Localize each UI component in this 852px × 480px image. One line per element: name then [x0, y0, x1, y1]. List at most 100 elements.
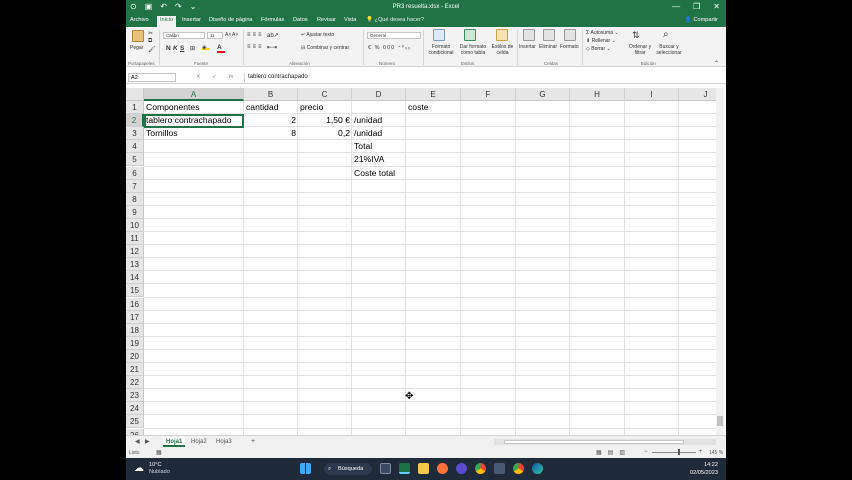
clock-time[interactable]: 14:22 — [686, 462, 718, 468]
cell-d2[interactable]: /unidad — [352, 114, 384, 127]
windows-start-icon[interactable] — [300, 463, 311, 474]
column-header-f[interactable]: F — [461, 88, 516, 101]
number-format-combo[interactable]: General — [367, 32, 421, 39]
delete-cells-label[interactable]: Eliminar — [539, 44, 557, 50]
format-table-icon[interactable] — [464, 29, 476, 41]
select-all-corner[interactable] — [126, 88, 144, 101]
sort-filter-label[interactable]: Ordenar y filtrar — [626, 44, 654, 56]
font-size-combo[interactable]: 11 — [207, 32, 223, 39]
name-box[interactable]: A2 — [128, 73, 176, 82]
macro-record-icon[interactable]: ▦ — [156, 449, 162, 456]
clear-button[interactable]: ◇ Borrar ⌄ — [586, 46, 611, 52]
find-select-icon[interactable]: ⌕ — [663, 29, 669, 40]
column-header-g[interactable]: G — [516, 88, 570, 101]
chrome-icon[interactable] — [475, 463, 486, 474]
row-header-24[interactable]: 24 — [126, 402, 144, 416]
sort-filter-icon[interactable]: ⇅ — [632, 30, 640, 41]
conditional-format-label[interactable]: Formato condicional — [426, 44, 456, 56]
column-header-j[interactable]: J — [679, 88, 716, 101]
sheet-tab-hoja2[interactable]: Hoja2 — [188, 437, 210, 447]
column-header-b[interactable]: B — [244, 88, 298, 101]
horizontal-scrollbar[interactable] — [494, 439, 716, 445]
horizontal-align-icons[interactable]: ≡≡≡ — [247, 44, 264, 50]
row-header-19[interactable]: 19 — [126, 336, 144, 350]
tell-me-search[interactable]: 💡 ¿Qué desea hacer? — [366, 17, 424, 23]
collapse-ribbon-icon[interactable]: ⌃ — [714, 60, 719, 67]
cell-c1[interactable]: precio — [298, 101, 325, 114]
row-header-9[interactable]: 9 — [126, 205, 144, 219]
cell-a1[interactable]: Componentes — [144, 101, 202, 114]
paste-icon[interactable] — [132, 30, 144, 42]
row-header-12[interactable]: 12 — [126, 245, 144, 259]
cell-styles-label[interactable]: Estilos de celda — [490, 44, 515, 56]
column-header-c[interactable]: C — [298, 88, 352, 101]
format-painter-icon[interactable]: 🖌 — [148, 46, 156, 53]
bold-button[interactable]: N — [166, 45, 171, 52]
add-sheet-button[interactable]: + — [248, 437, 258, 447]
insert-cells-label[interactable]: Insertar — [519, 44, 536, 50]
file-explorer-icon[interactable] — [418, 463, 429, 474]
cell-d4[interactable]: Total — [352, 140, 374, 153]
find-select-label[interactable]: Buscar y seleccionar — [653, 44, 685, 56]
column-header-a[interactable]: A — [144, 88, 244, 101]
italic-button[interactable]: K — [173, 45, 178, 52]
cell-d3[interactable]: /unidad — [352, 127, 384, 140]
increase-font-icon[interactable]: A˄ — [225, 32, 231, 38]
row-header-16[interactable]: 16 — [126, 297, 144, 311]
cancel-icon[interactable]: ✕ — [196, 74, 201, 80]
zoom-slider[interactable] — [652, 452, 696, 453]
clock-date[interactable]: 02/05/2023 — [674, 470, 718, 476]
row-header-23[interactable]: 23 — [126, 389, 144, 403]
task-view-icon[interactable] — [380, 463, 391, 474]
weather-icon[interactable]: ☁ — [134, 463, 144, 474]
column-header-d[interactable]: D — [352, 88, 406, 101]
copy-icon[interactable]: ⧉ — [148, 38, 152, 45]
delete-cells-icon[interactable] — [543, 29, 555, 41]
row-header-4[interactable]: 4 — [126, 140, 144, 154]
cell-c3[interactable]: 0,2 — [298, 127, 352, 140]
cell-b2[interactable]: 2 — [244, 114, 298, 127]
row-header-8[interactable]: 8 — [126, 192, 144, 206]
cell-a3[interactable]: Tornillos — [144, 127, 180, 140]
tab-inicio[interactable]: Inicio — [157, 16, 177, 27]
horizontal-scroll-thumb[interactable] — [504, 440, 684, 444]
zoom-slider-thumb[interactable] — [678, 449, 680, 455]
column-header-i[interactable]: I — [625, 88, 679, 101]
tab-archivo[interactable]: Archivo — [130, 17, 149, 23]
weather-temp[interactable]: 10°C — [149, 462, 162, 468]
wrap-text-button[interactable]: ↵ Ajustar texto — [301, 32, 334, 38]
tab-formulas[interactable]: Fórmulas — [261, 17, 284, 23]
row-header-3[interactable]: 3 — [126, 127, 144, 141]
row-header-11[interactable]: 11 — [126, 232, 144, 246]
tab-vista[interactable]: Vista — [344, 17, 356, 23]
number-format-icons[interactable]: € % 000 ⁺⁰₀₀ — [368, 45, 411, 51]
firefox-icon[interactable] — [437, 463, 448, 474]
row-header-7[interactable]: 7 — [126, 179, 144, 193]
sheet-tab-hoja1[interactable]: Hoja1 — [163, 437, 186, 447]
tab-revisar[interactable]: Revisar — [317, 17, 336, 23]
tab-datos[interactable]: Datos — [293, 17, 308, 23]
worksheet-grid[interactable]: ABCDEFGHIJ 1 2 3 4 5 6 7 8 9 10 11 12 13 14 15 16 17 18 19… — [126, 88, 716, 435]
close-button[interactable]: ✕ — [713, 2, 720, 11]
row-header-21[interactable]: 21 — [126, 363, 144, 377]
column-header-e[interactable]: E — [406, 88, 461, 101]
row-header-6[interactable]: 6 — [126, 166, 144, 180]
indent-icons[interactable]: ⇤⇥ — [267, 44, 277, 51]
cell-d5[interactable]: 21%IVA — [352, 153, 386, 166]
font-name-combo[interactable]: Calibri — [163, 32, 205, 39]
cell-d6[interactable]: Coste total — [352, 167, 397, 180]
format-cells-icon[interactable] — [564, 29, 576, 41]
row-header-2[interactable]: 2 — [126, 114, 144, 128]
row-header-1[interactable]: 1 — [126, 101, 144, 115]
cell-b1[interactable]: cantidad — [244, 101, 281, 114]
font-color-icon[interactable]: A — [217, 44, 225, 53]
app-icon[interactable] — [456, 463, 467, 474]
row-header-15[interactable]: 15 — [126, 284, 144, 298]
restore-button[interactable]: ❐ — [693, 2, 700, 11]
conditional-format-icon[interactable] — [433, 29, 445, 41]
cell-styles-icon[interactable] — [496, 29, 508, 41]
sheet-tab-hoja3[interactable]: Hoja3 — [213, 437, 235, 447]
edge-icon[interactable] — [532, 463, 543, 474]
taskbar-search[interactable]: ⌕ Búsqueda — [324, 463, 372, 475]
chrome-icon[interactable] — [513, 463, 524, 474]
